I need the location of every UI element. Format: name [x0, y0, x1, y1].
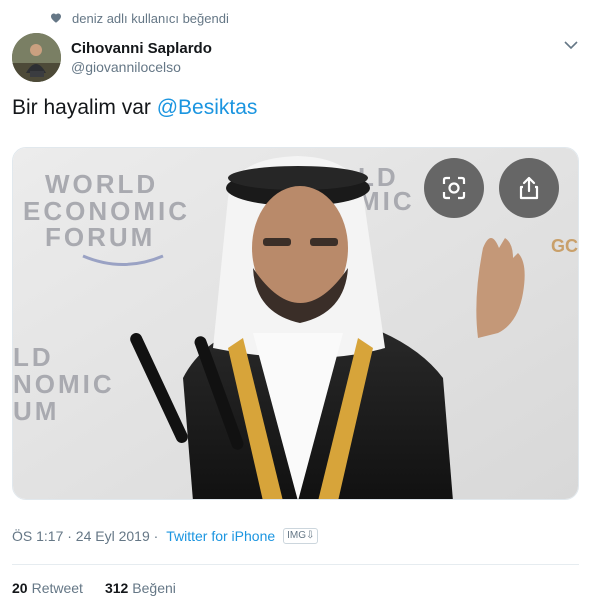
- tweet-stats: 20 Retweet 312 Beğeni: [12, 580, 198, 596]
- tweet-text: Bir hayalim var @Besiktas: [12, 95, 257, 121]
- retweet-count[interactable]: 20 Retweet: [12, 580, 83, 596]
- share-icon: [516, 175, 542, 201]
- lens-button[interactable]: [424, 158, 484, 218]
- mention-link[interactable]: @Besiktas: [157, 96, 258, 119]
- social-context-text: deniz adlı kullanıcı beğendi: [72, 10, 229, 26]
- logo-line-5: NOMIC: [13, 369, 115, 399]
- avatar[interactable]: [12, 32, 61, 82]
- tweet-text-body: Bir hayalim var: [12, 96, 157, 119]
- display-name[interactable]: Cihovanni Saplardo: [71, 39, 212, 58]
- like-label: Beğeni: [132, 580, 176, 596]
- tweet-image[interactable]: WORLD ECONOMIC FORUM LD NOMIC UM LD MIC …: [12, 147, 579, 500]
- social-context: deniz adlı kullanıcı beğendi: [50, 10, 229, 26]
- retweet-label: Retweet: [31, 580, 83, 596]
- lens-icon: [441, 175, 467, 201]
- logo-line-6: UM: [13, 396, 59, 426]
- tweet-author[interactable]: Cihovanni Saplardo @giovannilocelso: [12, 32, 212, 82]
- img-badge[interactable]: IMG⇩: [283, 528, 319, 544]
- heart-icon: [50, 12, 62, 24]
- like-number: 312: [104, 580, 129, 596]
- tweet-meta: ÖS 1:17 · 24 Eyl 2019 · Twitter for iPho…: [12, 528, 319, 544]
- logo-line-9: GC: [551, 236, 578, 256]
- like-count[interactable]: 312 Beğeni: [105, 580, 176, 596]
- chevron-down-icon[interactable]: [563, 38, 579, 50]
- source-link[interactable]: Twitter for iPhone: [166, 528, 275, 544]
- share-button[interactable]: [499, 158, 559, 218]
- username[interactable]: @giovannilocelso: [71, 58, 212, 76]
- logo-line-4: LD: [13, 342, 54, 372]
- timestamp[interactable]: ÖS 1:17 · 24 Eyl 2019 ·: [12, 528, 162, 544]
- retweet-number: 20: [12, 580, 28, 596]
- divider: [12, 564, 579, 565]
- logo-line-3: FORUM: [45, 222, 155, 252]
- logo-line-1: WORLD: [45, 169, 158, 199]
